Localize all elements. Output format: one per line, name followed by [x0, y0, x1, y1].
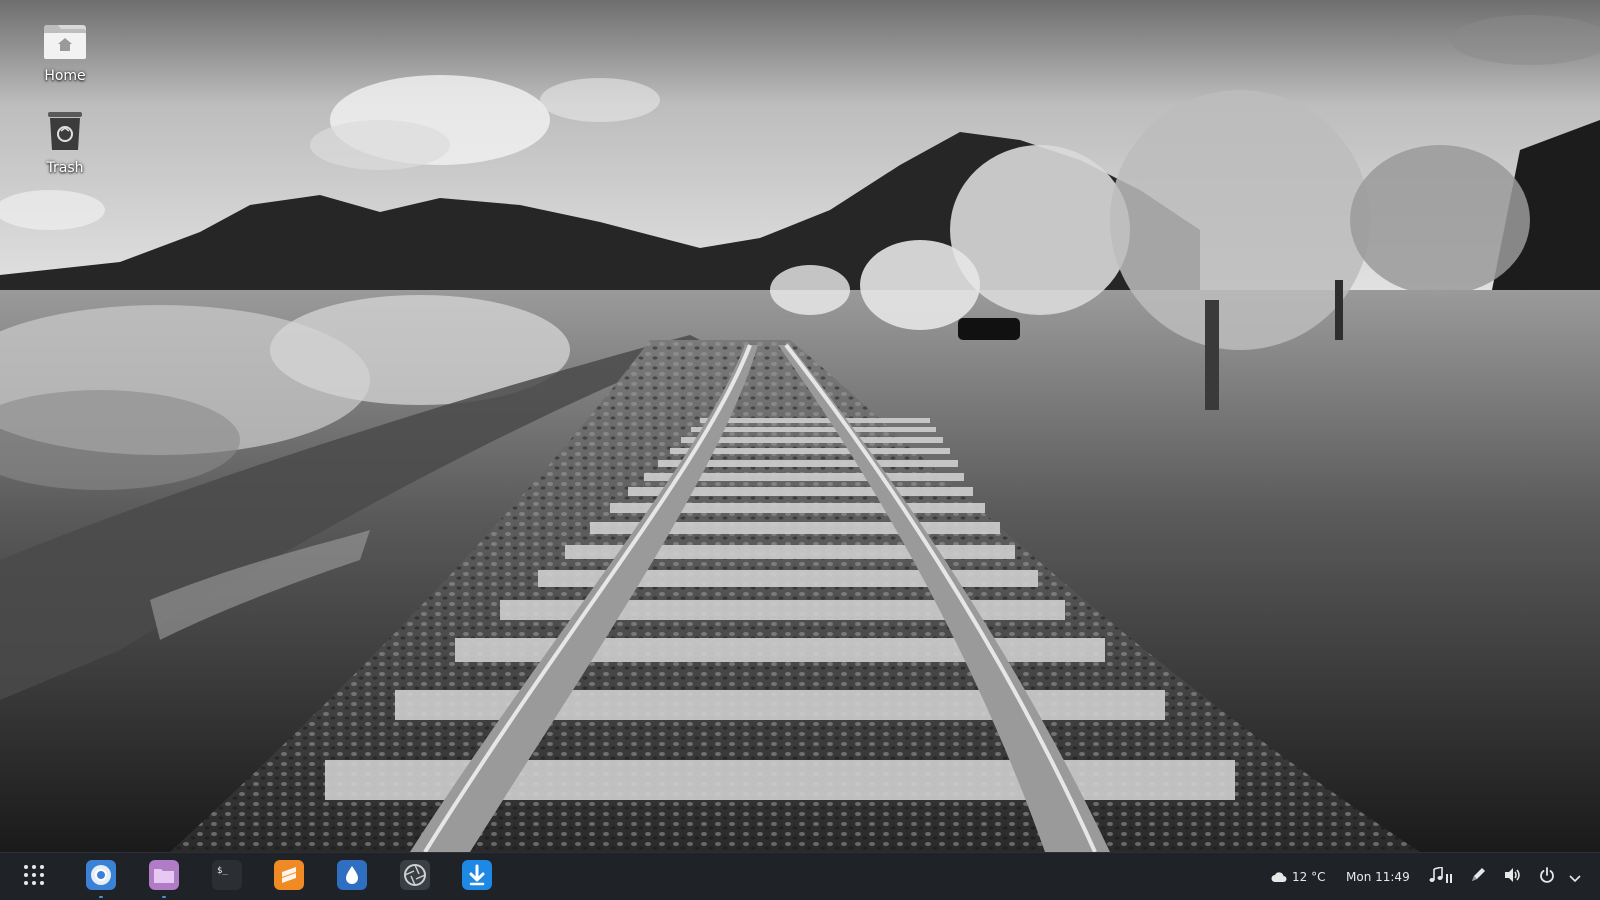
- power-icon: [1539, 867, 1555, 887]
- grid-icon: [23, 864, 45, 890]
- folder-icon: [149, 860, 179, 894]
- weather-indicator[interactable]: [1270, 867, 1288, 887]
- trash-icon: [25, 110, 105, 156]
- aperture-icon: [400, 860, 430, 894]
- app-launcher-button[interactable]: [18, 861, 50, 893]
- taskbar-app-sublime[interactable]: [273, 860, 305, 894]
- terminal-icon: $_: [212, 860, 242, 894]
- music-note-icon: [1429, 865, 1443, 887]
- volume-indicator[interactable]: [1503, 867, 1523, 887]
- running-indicator: [162, 896, 166, 898]
- desktop-icon-label: Home: [44, 68, 86, 84]
- pen-indicator[interactable]: [1468, 867, 1488, 887]
- pause-icon: [1446, 868, 1452, 887]
- chromium-icon: [86, 860, 116, 894]
- download-icon: [462, 860, 492, 894]
- desktop-icon-trash[interactable]: Trash: [25, 110, 105, 176]
- chevron-down-icon: [1569, 868, 1581, 887]
- taskbar-app-chromium[interactable]: [85, 860, 117, 898]
- weather-text[interactable]: 12 °C: [1292, 853, 1325, 900]
- taskbar-app-aperture[interactable]: [399, 860, 431, 894]
- wallpaper: [0, 0, 1600, 852]
- system-menu-button[interactable]: [1565, 867, 1585, 887]
- power-button[interactable]: [1537, 867, 1557, 887]
- svg-text:$_: $_: [217, 866, 228, 876]
- pen-icon: [1470, 867, 1486, 887]
- desktop-icon-label: Trash: [46, 160, 84, 176]
- taskbar-app-drop[interactable]: [336, 860, 368, 894]
- drop-icon: [337, 860, 367, 894]
- taskbar-app-download[interactable]: [461, 860, 493, 894]
- taskbar-app-files[interactable]: [148, 860, 180, 898]
- desktop[interactable]: Home Trash $_ 12 °C Mon 11:49: [0, 0, 1600, 900]
- folder-home-icon: [25, 22, 105, 64]
- media-pause-button[interactable]: [1443, 867, 1455, 887]
- cloud-icon: [1271, 868, 1287, 887]
- taskbar-app-terminal[interactable]: $_: [211, 860, 243, 894]
- sublime-icon: [274, 860, 304, 894]
- desktop-icon-home[interactable]: Home: [25, 22, 105, 84]
- taskbar: $_ 12 °C Mon 11:49: [0, 852, 1600, 900]
- speaker-icon: [1504, 867, 1522, 887]
- clock[interactable]: Mon 11:49: [1346, 853, 1410, 900]
- running-indicator: [99, 896, 103, 898]
